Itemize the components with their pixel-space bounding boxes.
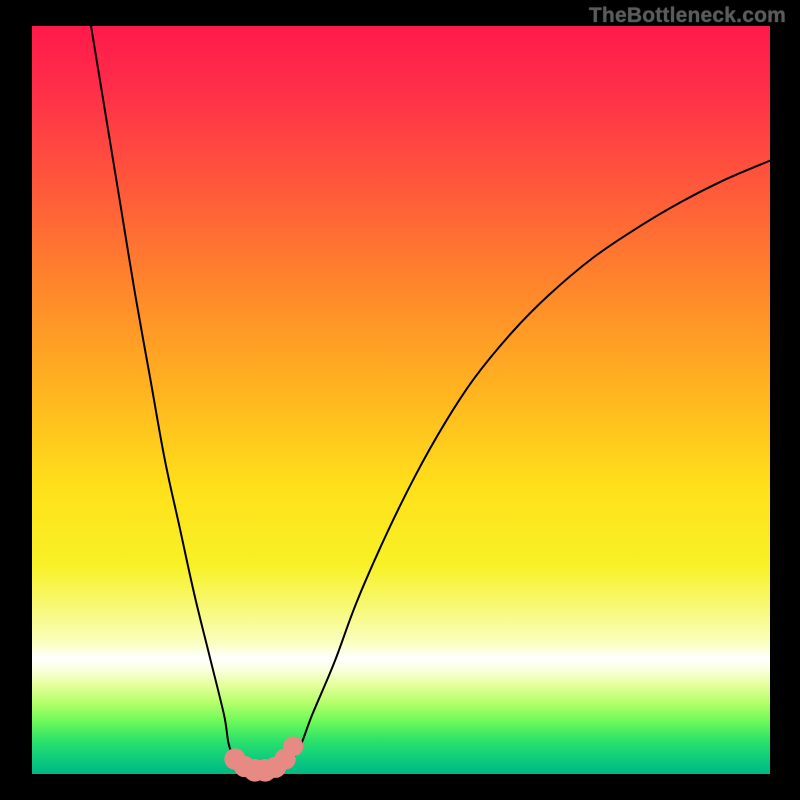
chart-frame: TheBottleneck.com: [0, 0, 800, 800]
curve-right-curve: [268, 161, 770, 774]
watermark-text: TheBottleneck.com: [589, 4, 786, 28]
curve-left-curve: [91, 26, 268, 774]
marker-dot: [283, 736, 303, 756]
curve-overlay: [32, 26, 770, 774]
